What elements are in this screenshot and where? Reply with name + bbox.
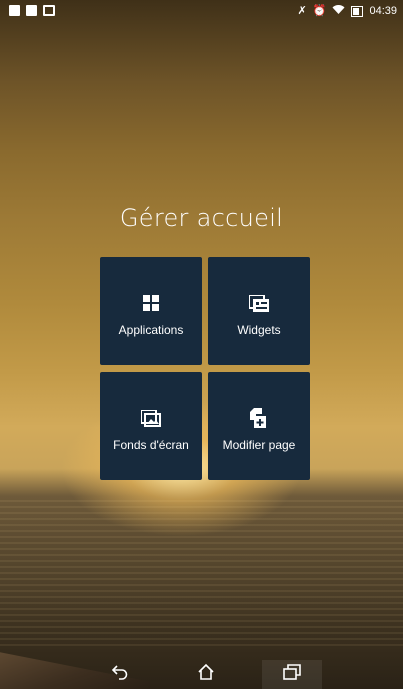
recent-apps-button[interactable] <box>262 660 322 689</box>
wallpapers-button[interactable]: Fonds d'écran <box>100 372 202 480</box>
status-bar: ✗ ⏰ 04:39 <box>0 0 403 22</box>
status-time: 04:39 <box>369 5 397 17</box>
navigation-bar <box>0 660 403 689</box>
back-button[interactable] <box>90 660 150 689</box>
edit-page-icon <box>250 408 268 428</box>
applications-label: Applications <box>118 323 184 337</box>
recent-apps-icon <box>283 664 301 685</box>
grid-apps-icon <box>143 293 159 313</box>
widgets-icon <box>249 293 269 313</box>
wallpaper-icon <box>141 408 161 428</box>
sd-card-icon <box>26 5 37 16</box>
page-title: Gérer accueil <box>119 204 284 232</box>
notification-icon <box>9 5 20 16</box>
wallpapers-label: Fonds d'écran <box>113 438 189 452</box>
widgets-button[interactable]: Widgets <box>208 257 310 365</box>
alarm-icon: ⏰ <box>312 5 327 17</box>
applications-button[interactable]: Applications <box>100 257 202 365</box>
back-icon <box>111 664 129 685</box>
battery-icon <box>351 5 364 17</box>
wifi-icon <box>332 4 345 18</box>
widgets-label: Widgets <box>237 323 281 337</box>
image-icon <box>43 5 55 16</box>
edit-page-label: Modifier page <box>222 438 296 452</box>
wallpaper-sea <box>0 500 403 650</box>
edit-page-button[interactable]: Modifier page <box>208 372 310 480</box>
home-icon <box>197 663 215 686</box>
home-button[interactable] <box>176 660 236 689</box>
mute-icon: ✗ <box>297 5 307 17</box>
